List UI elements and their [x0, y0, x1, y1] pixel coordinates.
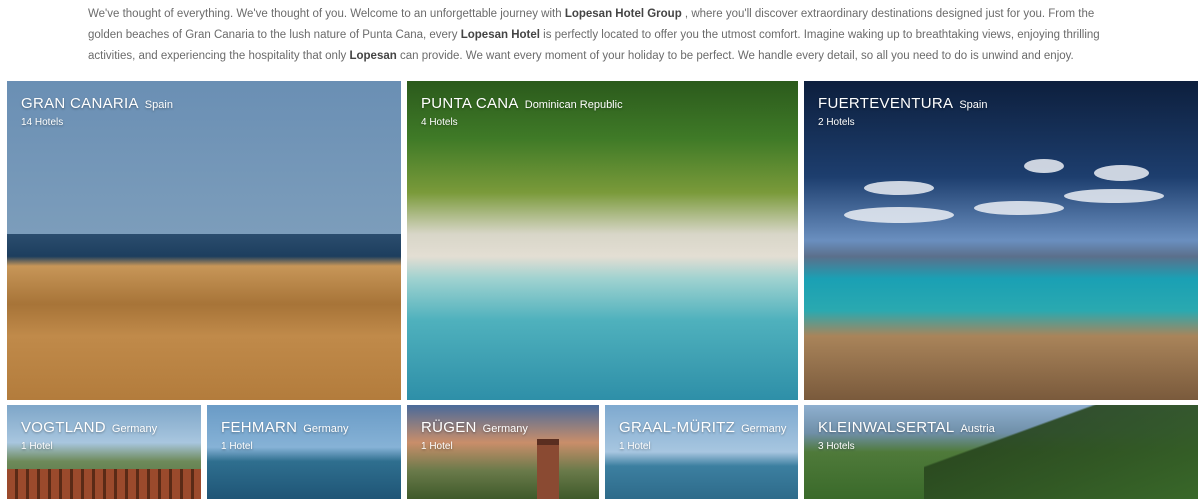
destination-country: Germany: [482, 423, 528, 435]
destination-card-ruegen[interactable]: RÜGEN Germany 1 Hotel: [407, 405, 599, 499]
destination-name: FEHMARN: [221, 419, 298, 436]
bridge-decoration: [7, 469, 201, 499]
intro-text-1: We've thought of everything. We've thoug…: [88, 8, 565, 20]
destination-country: Germany: [111, 423, 158, 435]
destination-card-kleinwalsertal[interactable]: KLEINWALSERTAL Austria 3 Hotels: [804, 405, 1198, 499]
destination-label: KLEINWALSERTAL Austria 3 Hotels: [818, 419, 995, 452]
destination-label: VOGTLAND Germany 1 Hotel: [21, 419, 157, 452]
destination-card-graal-mueritz[interactable]: GRAAL-MÜRITZ Germany 1 Hotel: [605, 405, 798, 499]
destination-hotel-count: 1 Hotel: [221, 441, 253, 452]
destination-hotel-count: 1 Hotel: [421, 441, 453, 452]
intro-paragraph: We've thought of everything. We've thoug…: [88, 4, 1128, 67]
destination-card-gran-canaria[interactable]: GRAN CANARIA Spain 14 Hotels: [7, 81, 401, 400]
cloud-decoration: [1064, 189, 1164, 203]
destination-hotel-count: 1 Hotel: [21, 441, 53, 452]
destination-hotel-count: 1 Hotel: [619, 441, 651, 452]
intro-brand-group: Lopesan Hotel Group: [564, 8, 682, 20]
destination-label: GRAN CANARIA Spain 14 Hotels: [21, 95, 173, 128]
cloud-decoration: [864, 181, 934, 195]
cloud-decoration: [974, 201, 1064, 215]
destination-name: FUERTEVENTURA: [818, 95, 954, 112]
destination-label: RÜGEN Germany 1 Hotel: [421, 419, 528, 452]
destination-country: Germany: [303, 423, 349, 435]
cloud-decoration: [844, 207, 954, 223]
destination-label: PUNTA CANA Dominican Republic 4 Hotels: [421, 95, 623, 128]
destination-name: PUNTA CANA: [421, 95, 519, 112]
destination-label: GRAAL-MÜRITZ Germany 1 Hotel: [619, 419, 786, 452]
destination-label: FUERTEVENTURA Spain 2 Hotels: [818, 95, 987, 128]
destination-country: Austria: [960, 423, 995, 435]
destination-country: Germany: [741, 423, 787, 435]
destination-name: VOGTLAND: [21, 419, 106, 436]
destination-card-punta-cana[interactable]: PUNTA CANA Dominican Republic 4 Hotels: [407, 81, 798, 400]
destination-name: GRAAL-MÜRITZ: [619, 419, 736, 436]
destination-card-vogtland[interactable]: VOGTLAND Germany 1 Hotel: [7, 405, 201, 499]
destination-card-fehmarn[interactable]: FEHMARN Germany 1 Hotel: [207, 405, 401, 499]
destination-name: RÜGEN: [421, 419, 477, 436]
cloud-decoration: [1094, 165, 1149, 181]
intro-text-4: can provide. We want every moment of you…: [396, 50, 1074, 62]
destination-hotel-count: 3 Hotels: [818, 441, 855, 452]
destination-hotel-count: 4 Hotels: [421, 117, 458, 128]
cloud-decoration: [1024, 159, 1064, 173]
intro-brand: Lopesan: [349, 50, 397, 62]
destination-country: Spain: [959, 99, 988, 111]
destination-country: Spain: [144, 99, 173, 111]
destination-hotel-count: 2 Hotels: [818, 117, 855, 128]
destination-hotel-count: 14 Hotels: [21, 117, 64, 128]
destination-country: Dominican Republic: [524, 99, 623, 111]
destination-name: GRAN CANARIA: [21, 95, 139, 112]
destination-name: KLEINWALSERTAL: [818, 419, 955, 436]
intro-brand-hotel: Lopesan Hotel: [460, 29, 540, 41]
destination-label: FEHMARN Germany 1 Hotel: [221, 419, 349, 452]
destination-card-fuerteventura[interactable]: FUERTEVENTURA Spain 2 Hotels: [804, 81, 1198, 400]
lighthouse-decoration: [537, 439, 559, 499]
